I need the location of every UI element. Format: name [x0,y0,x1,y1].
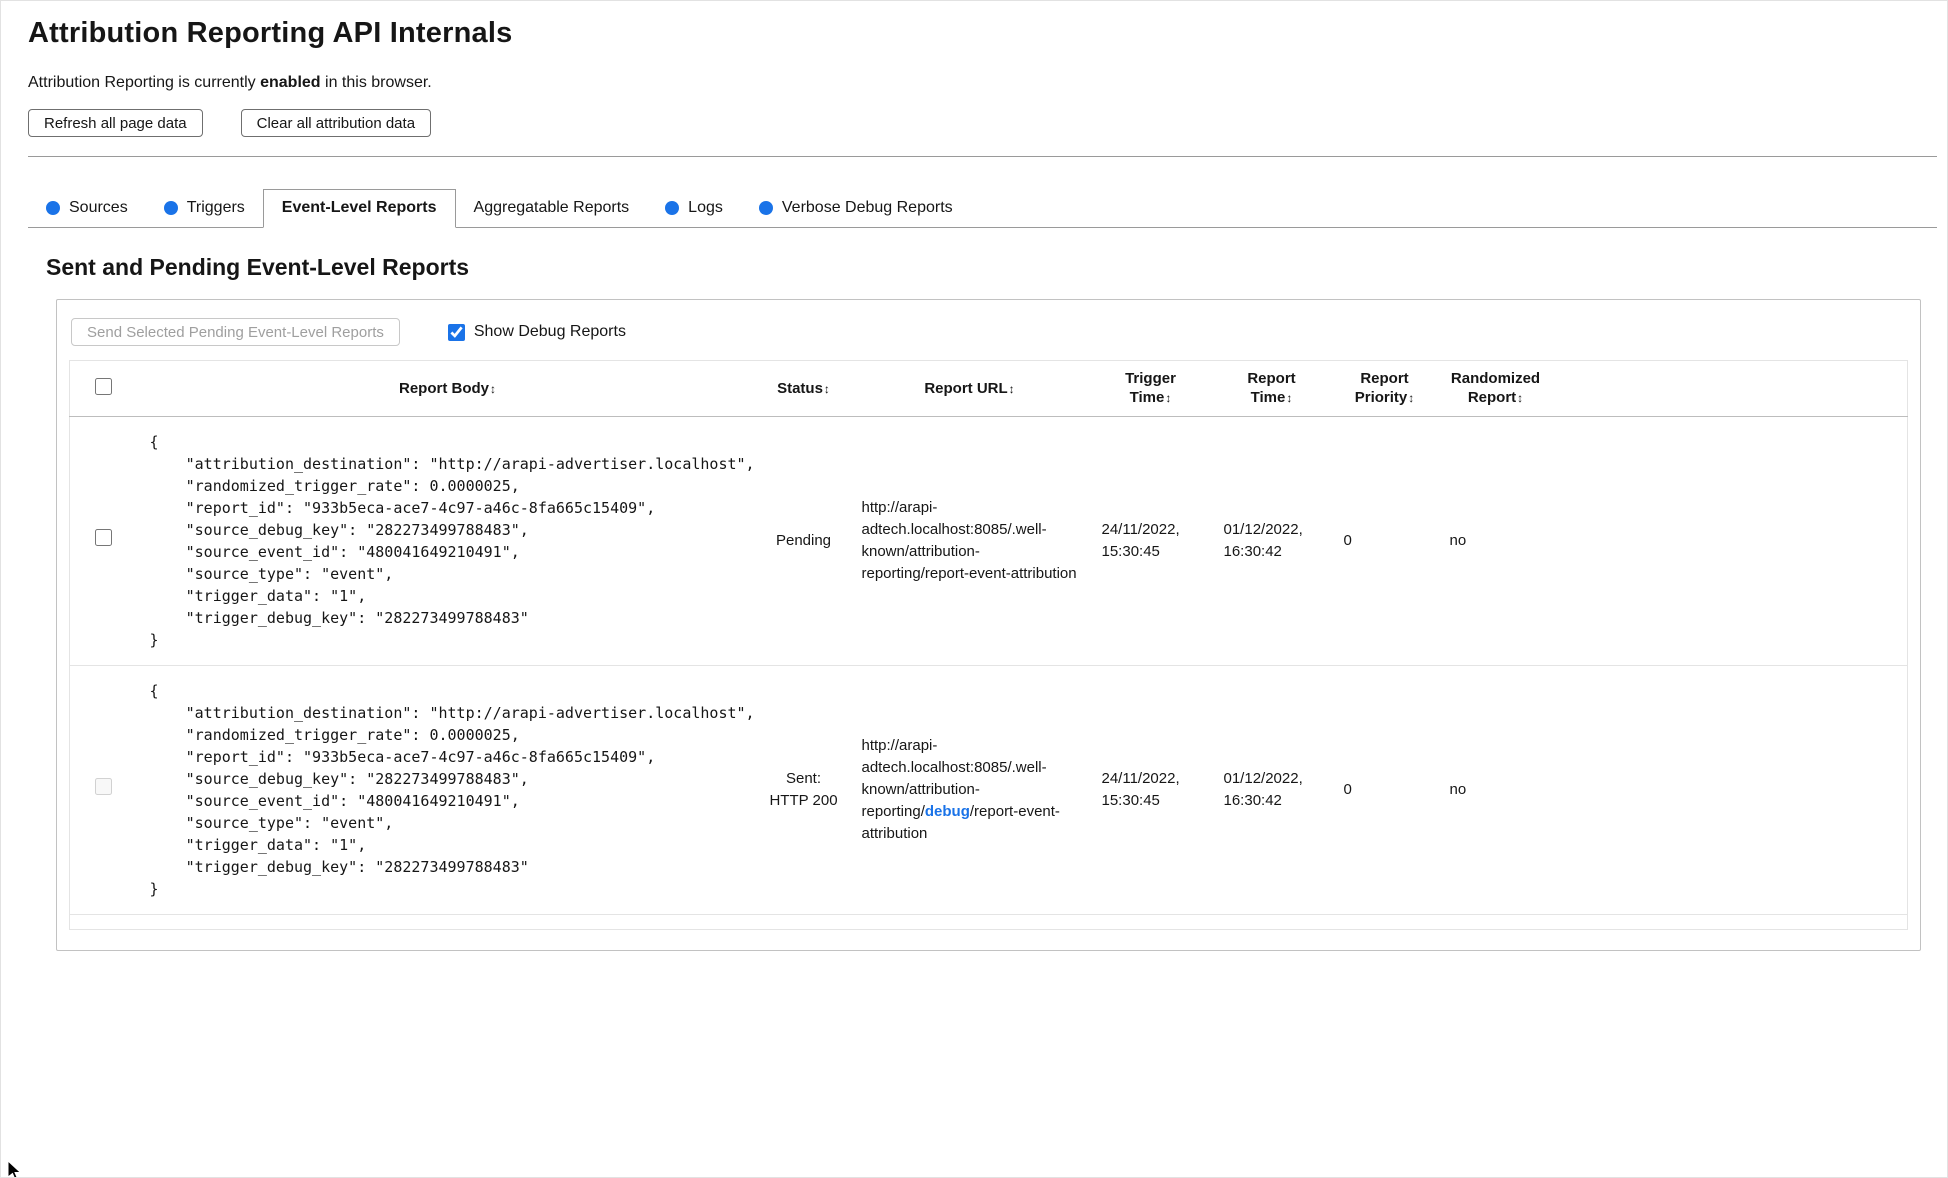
tab-verbose-debug-reports[interactable]: Verbose Debug Reports [741,190,971,227]
report-body-json: { "attribution_destination": "http://ara… [149,682,755,898]
table-header-row: Report Body↕ Status↕ Report URL↕ Trigger… [69,361,1908,417]
sort-icon: ↕ [490,381,496,396]
debug-path-highlight: debug [924,803,970,820]
status-suffix: in this browser. [320,74,432,91]
tab-label: Logs [688,199,723,216]
header-label: Randomized Report [1450,370,1541,406]
toolbar: Refresh all page data Clear all attribut… [28,109,1937,137]
report-time: 01/12/2022, 16:30:42 [1223,770,1303,809]
randomized-report: no [1449,532,1467,549]
tab-label: Triggers [186,199,245,216]
report-status: Sent: HTTP 200 [769,770,838,809]
col-header-report-priority[interactable]: Report Priority↕ [1332,361,1438,417]
show-debug-toggle[interactable]: Show Debug Reports [447,323,626,341]
col-header-status[interactable]: Status↕ [758,361,850,417]
table-footer-row [70,915,1908,930]
tab-label: Sources [69,199,128,216]
col-header-randomized-report[interactable]: Randomized Report↕ [1438,361,1554,417]
report-time: 01/12/2022, 16:30:42 [1223,521,1303,560]
row-select-cell [70,666,138,915]
attribution-internals-page: Attribution Reporting API Internals Attr… [0,0,1948,1178]
randomized-report: no [1449,781,1467,798]
select-all-checkbox[interactable] [95,377,113,395]
show-debug-label: Show Debug Reports [473,323,626,340]
triggers-dot-icon [163,201,178,215]
clear-all-button[interactable]: Clear all attribution data [240,109,432,137]
status-line: Attribution Reporting is currently enabl… [28,74,1937,92]
sort-icon: ↕ [1165,391,1172,405]
select-all-cell [70,361,138,417]
header-label: Report Priority [1354,370,1409,406]
spacer-column [1554,666,1908,915]
refresh-all-button[interactable]: Refresh all page data [28,109,203,137]
header-label: Report URL [924,379,1008,397]
trigger-time: 24/11/2022, 15:30:45 [1101,770,1180,809]
sources-dot-icon [46,201,60,215]
sort-icon: ↕ [1517,391,1524,405]
show-debug-checkbox[interactable] [447,323,465,341]
col-header-report-time[interactable]: Report Time↕ [1212,361,1332,417]
divider [28,156,1937,157]
header-label: Status [777,379,823,397]
report-body-cell: { "attribution_destination": "http://ara… [138,417,758,666]
mouse-cursor [8,1161,22,1177]
section-heading: Sent and Pending Event-Level Reports [46,254,470,280]
sort-icon: ↕ [823,381,830,396]
tab-label: Aggregatable Reports [473,199,630,216]
reports-table: Report Body↕ Status↕ Report URL↕ Trigger… [69,360,1908,930]
report-url: http://arapi-adtech.localhost:8085/.well… [850,666,1090,915]
report-status: Pending [775,532,832,549]
report-row: { "attribution_destination": "http://ara… [69,666,1908,915]
sort-icon: ↕ [1286,391,1293,405]
row-select-checkbox[interactable] [95,778,113,795]
header-label: Report Body [399,379,489,397]
panel-controls: Send Selected Pending Event-Level Report… [69,314,1908,360]
sort-icon: ↕ [1008,381,1015,396]
page-title: Attribution Reporting API Internals [28,17,513,49]
tab-sources[interactable]: Sources [28,190,146,227]
report-url-text: report-event-attribution [924,565,1077,582]
sort-icon: ↕ [1408,391,1415,405]
report-url: http://arapi-adtech.localhost:8085/.well… [850,417,1090,666]
tab-event-level-reports[interactable]: Event-Level Reports [262,189,456,228]
tab-label: Verbose Debug Reports [781,199,953,216]
send-selected-button[interactable]: Send Selected Pending Event-Level Report… [71,318,400,346]
spacer-column [1554,417,1908,666]
report-priority: 0 [1343,532,1352,549]
spacer-column [1554,361,1908,417]
report-row: { "attribution_destination": "http://ara… [69,417,1908,666]
tab-triggers[interactable]: Triggers [146,190,263,227]
report-priority: 0 [1343,781,1352,798]
logs-dot-icon [665,201,680,215]
col-header-report-url[interactable]: Report URL↕ [850,361,1090,417]
report-body-cell: { "attribution_destination": "http://ara… [138,666,758,915]
status-prefix: Attribution Reporting is currently [28,74,261,91]
tab-aggregatable-reports[interactable]: Aggregatable Reports [456,190,648,227]
tab-strip: Sources Triggers Event-Level Reports Agg… [28,189,1937,228]
table-footer-spacer [70,915,1908,930]
col-header-report-body[interactable]: Report Body↕ [138,361,758,417]
report-body-json: { "attribution_destination": "http://ara… [149,433,755,649]
col-header-trigger-time[interactable]: Trigger Time↕ [1090,361,1212,417]
tab-logs[interactable]: Logs [647,190,741,227]
verbose-debug-dot-icon [758,201,773,215]
row-select-cell [70,417,138,666]
status-emphasis: enabled [260,74,321,91]
reports-panel: Send Selected Pending Event-Level Report… [56,299,1921,951]
trigger-time: 24/11/2022, 15:30:45 [1101,521,1180,560]
tab-label: Event-Level Reports [281,199,437,216]
row-select-checkbox[interactable] [95,529,113,546]
